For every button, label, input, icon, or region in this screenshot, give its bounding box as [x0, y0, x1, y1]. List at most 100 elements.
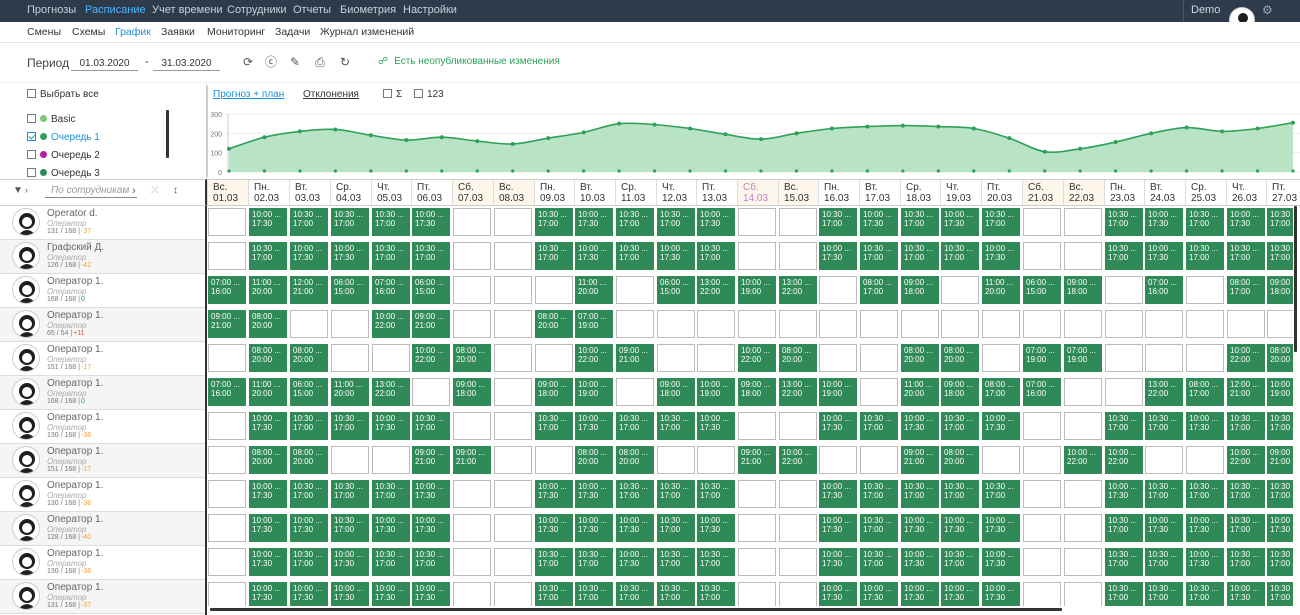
shift-cell[interactable]: 10:00 ...19:00 [1267, 378, 1293, 406]
checkbox-icon[interactable] [27, 149, 36, 159]
empty-shift-cell[interactable] [1023, 548, 1061, 576]
shift-cell[interactable]: 06:00 ... 15:00 [1023, 276, 1061, 304]
shift-cell[interactable]: 10:00 ...17:30 [941, 514, 979, 542]
shift-cell[interactable]: 10:30 ...17:00 [1267, 548, 1293, 576]
empty-shift-cell[interactable] [412, 378, 450, 406]
empty-shift-cell[interactable] [779, 480, 817, 508]
shift-cell[interactable]: 10:30 ...17:00 [616, 242, 654, 270]
empty-shift-cell[interactable] [819, 344, 857, 372]
empty-shift-cell[interactable] [208, 344, 246, 372]
currency-icon[interactable]: ⓒ [264, 55, 278, 69]
empty-shift-cell[interactable] [494, 208, 532, 236]
empty-shift-cell[interactable] [453, 548, 491, 576]
shift-cell[interactable]: 07:00 ... 19:00 [1064, 344, 1102, 372]
shift-cell[interactable]: 10:00 ...17:30 [331, 242, 369, 270]
search-arrow-icon[interactable]: › [132, 185, 136, 197]
shift-cell[interactable]: 10:30 ...17:00 [1267, 480, 1293, 508]
shift-cell[interactable]: 10:00 ...17:30 [1145, 242, 1183, 270]
shift-cell[interactable]: 10:00 ...17:30 [697, 208, 735, 236]
shift-cell[interactable]: 10:30 ...17:00 [860, 514, 898, 542]
empty-shift-cell[interactable] [494, 276, 532, 304]
shift-cell[interactable]: 11:00 ... 20:00 [249, 378, 287, 406]
shift-cell[interactable]: 13:00 ... 22:00 [779, 378, 817, 406]
shift-cell[interactable]: 10:30 ...17:00 [657, 548, 695, 576]
shift-cell[interactable]: 10:00 ...17:30 [616, 548, 654, 576]
day-header[interactable]: Чт. 26.03 [1226, 180, 1267, 205]
nav-item[interactable]: Настройки [403, 0, 457, 22]
period-to-input[interactable]: 31.03.2020 [153, 56, 220, 71]
shift-cell[interactable]: 13:00 ... 22:00 [697, 276, 735, 304]
shift-cell[interactable]: 08:00 ...20:00 [941, 446, 979, 474]
empty-shift-cell[interactable] [494, 446, 532, 474]
empty-shift-cell[interactable] [494, 242, 532, 270]
shift-cell[interactable]: 10:00 ...17:30 [331, 548, 369, 576]
shift-cell[interactable]: 10:30 ...17:00 [697, 548, 735, 576]
empty-shift-cell[interactable] [1064, 310, 1102, 338]
shift-cell[interactable]: 07:00 ... 19:00 [1023, 344, 1061, 372]
shift-cell[interactable]: 10:30 ...17:00 [901, 208, 939, 236]
subnav-item[interactable]: Журнал изменений [320, 22, 414, 42]
shift-cell[interactable]: 11:00 ... 20:00 [249, 276, 287, 304]
employee-row[interactable]: Оператор 1. Оператор 128 / 168 |-40 [0, 512, 205, 546]
day-header[interactable]: Чт. 19.03 [940, 180, 981, 205]
shift-cell[interactable]: 08:00 ...20:00 [575, 446, 613, 474]
shift-cell[interactable]: 10:30 ...17:00 [1145, 480, 1183, 508]
empty-shift-cell[interactable] [779, 208, 817, 236]
shift-cell[interactable]: 08:00 ...20:00 [249, 344, 287, 372]
shift-cell[interactable]: 10:00 ...17:30 [535, 480, 573, 508]
shift-cell[interactable]: 10:00 ...19:00 [697, 378, 735, 406]
empty-shift-cell[interactable] [738, 514, 776, 542]
shift-cell[interactable]: 10:00 ...17:30 [412, 514, 450, 542]
empty-shift-cell[interactable] [738, 208, 776, 236]
empty-shift-cell[interactable] [1145, 310, 1183, 338]
shift-cell[interactable]: 10:30 ...17:00 [657, 514, 695, 542]
day-header[interactable]: Вт. 10.03 [574, 180, 615, 205]
empty-shift-cell[interactable] [1186, 276, 1224, 304]
empty-shift-cell[interactable] [1064, 208, 1102, 236]
shift-cell[interactable]: 10:00 ...17:30 [372, 412, 410, 440]
day-header[interactable]: Пт. 13.03 [696, 180, 737, 205]
shift-cell[interactable]: 10:30 ...17:00 [535, 242, 573, 270]
empty-shift-cell[interactable] [982, 446, 1020, 474]
shift-cell[interactable]: 10:30 ...17:00 [819, 208, 857, 236]
shift-cell[interactable]: 09:00 ...18:00 [901, 276, 939, 304]
day-header[interactable]: Пн. 09.03 [534, 180, 575, 205]
shift-cell[interactable]: 10:30 ...17:00 [535, 412, 573, 440]
empty-shift-cell[interactable] [494, 582, 532, 606]
shift-cell[interactable]: 10:00 ...17:30 [1186, 514, 1224, 542]
shift-cell[interactable]: 10:30 ...17:00 [697, 242, 735, 270]
shift-cell[interactable]: 11:00 ... 20:00 [575, 276, 613, 304]
shift-cell[interactable]: 13:00 ... 22:00 [372, 378, 410, 406]
day-header[interactable]: Вс. 22.03 [1063, 180, 1104, 205]
empty-shift-cell[interactable] [860, 446, 898, 474]
shift-cell[interactable]: 10:00 ...17:30 [982, 548, 1020, 576]
period-from-input[interactable]: 01.03.2020 [71, 56, 138, 71]
empty-shift-cell[interactable] [1186, 344, 1224, 372]
shift-cell[interactable]: 10:00 ...17:30 [249, 514, 287, 542]
day-header[interactable]: Чт. 12.03 [656, 180, 697, 205]
nav-item[interactable]: Прогнозы [27, 0, 76, 22]
shift-cell[interactable]: 10:00 ...17:30 [819, 582, 857, 606]
shift-cell[interactable]: 10:30 ...17:00 [575, 582, 613, 606]
shift-cell[interactable]: 07:00 ... 16:00 [1023, 378, 1061, 406]
shift-cell[interactable]: 10:30 ...17:00 [372, 480, 410, 508]
shift-cell[interactable]: 10:30 ...17:00 [941, 480, 979, 508]
nav-item[interactable]: Биометрия [340, 0, 396, 22]
shift-cell[interactable]: 10:00 ... 22:00 [1227, 446, 1265, 474]
redo-icon[interactable]: ↻ [338, 55, 352, 69]
nav-item[interactable]: Сотрудники [227, 0, 287, 22]
shift-cell[interactable]: 10:30 ...17:00 [901, 242, 939, 270]
shift-cell[interactable]: 10:30 ...17:00 [1227, 548, 1265, 576]
shift-cell[interactable]: 10:30 ...17:00 [372, 242, 410, 270]
empty-shift-cell[interactable] [697, 446, 735, 474]
subnav-item[interactable]: Смены [27, 22, 61, 42]
shift-cell[interactable]: 10:30 ...17:00 [657, 412, 695, 440]
shift-cell[interactable]: 10:30 ...17:00 [1105, 242, 1143, 270]
shift-cell[interactable]: 10:00 ...17:30 [290, 514, 328, 542]
shift-cell[interactable]: 10:30 ...17:00 [412, 242, 450, 270]
empty-shift-cell[interactable] [697, 310, 735, 338]
empty-shift-cell[interactable] [1105, 378, 1143, 406]
shift-cell[interactable]: 10:30 ...17:00 [290, 480, 328, 508]
empty-shift-cell[interactable] [697, 344, 735, 372]
subnav-item[interactable]: Мониторинг [207, 22, 265, 42]
